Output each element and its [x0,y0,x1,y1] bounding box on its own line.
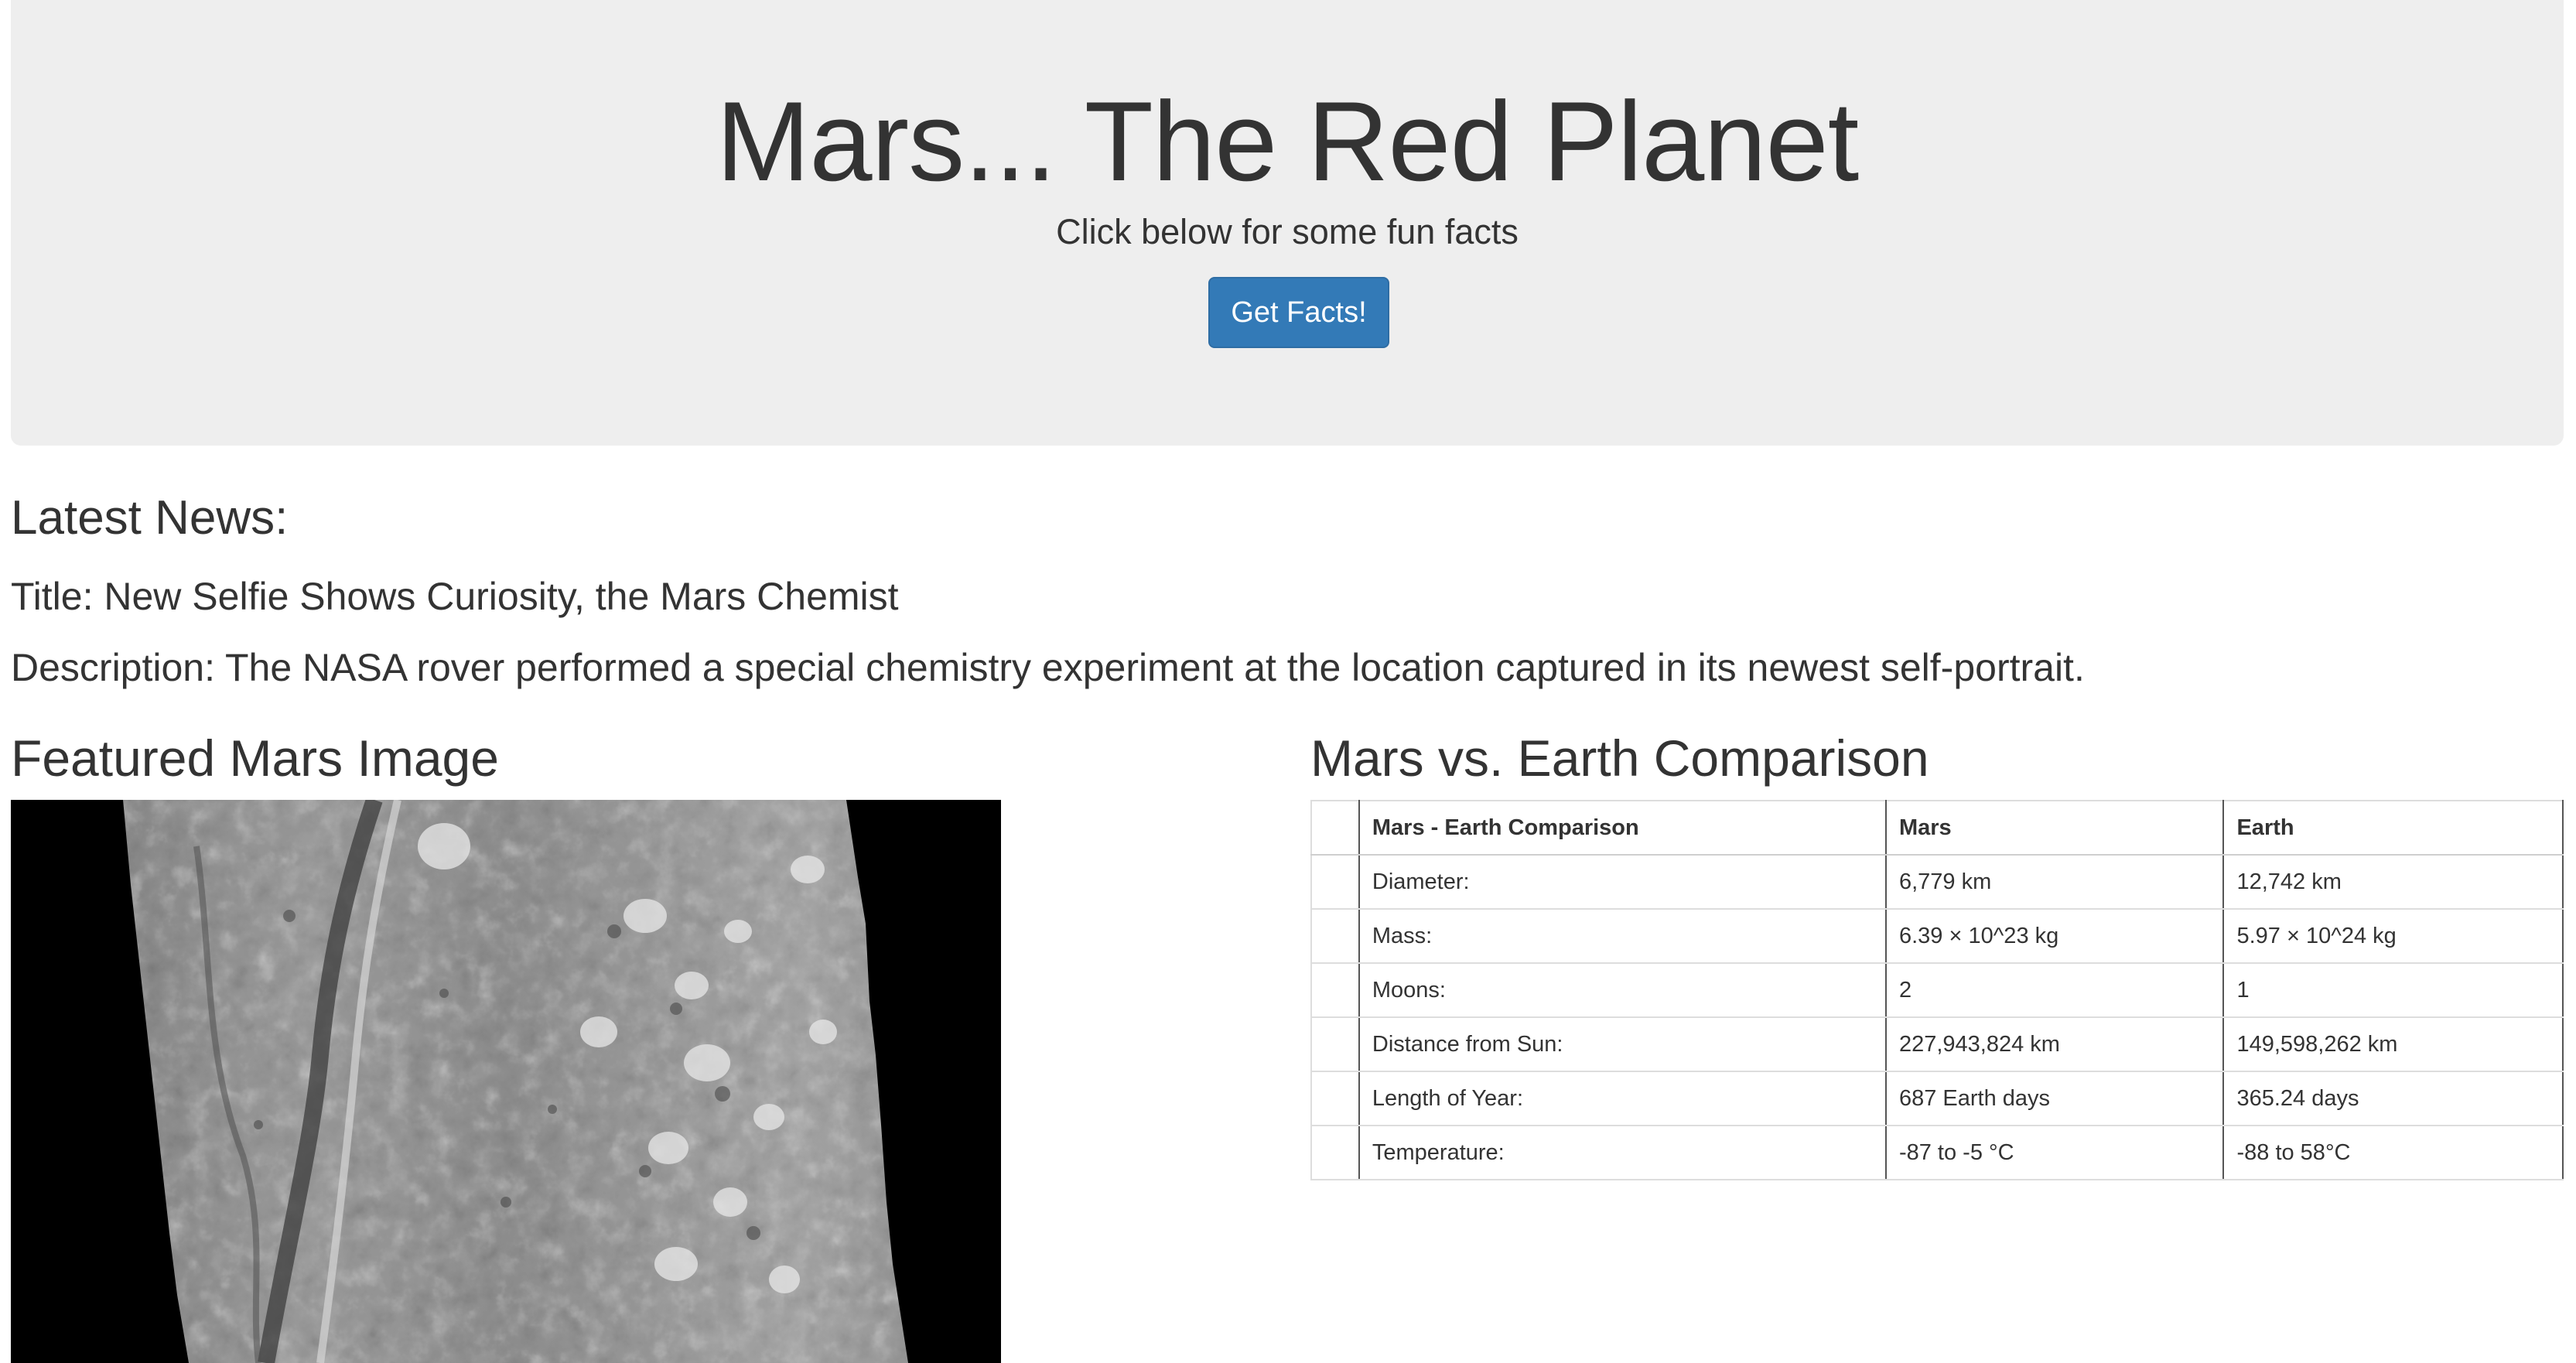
earth-value: -88 to 58°C [2222,1125,2564,1180]
row-label: Temperature: [1358,1125,1887,1180]
latest-news-heading: Latest News: [11,491,289,545]
get-facts-button[interactable]: Get Facts! [1208,277,1389,348]
earth-value: 5.97 × 10^24 kg [2222,908,2564,964]
page-subtitle: Click below for some fun facts [1056,212,1519,251]
featured-image-heading: Featured Mars Image [11,729,499,787]
comparison-table: Mars - Earth Comparison Mars Earth Diame… [1310,800,2564,1180]
row-index-cell [1310,962,1360,1018]
featured-mars-image [11,800,1001,1363]
header-earth: Earth [2222,800,2564,856]
news-title: Title: New Selfie Shows Curiosity, the M… [11,575,899,618]
table-header-row: Mars - Earth Comparison Mars Earth [1310,800,2564,856]
jumbotron: Mars... The Red Planet Click below for s… [11,0,2564,446]
table-row: Moons: 2 1 [1310,962,2564,1018]
earth-value: 365.24 days [2222,1071,2564,1126]
row-index-cell [1310,1016,1360,1072]
table-row: Length of Year: 687 Earth days 365.24 da… [1310,1071,2564,1126]
row-index-cell [1310,1071,1360,1126]
mars-value: 687 Earth days [1884,1071,2225,1126]
table-row: Mass: 6.39 × 10^23 kg 5.97 × 10^24 kg [1310,908,2564,964]
table-row: Diameter: 6,779 km 12,742 km [1310,854,2564,910]
row-index-cell [1310,908,1360,964]
header-comparison: Mars - Earth Comparison [1358,800,1887,856]
header-mars: Mars [1884,800,2225,856]
row-label: Length of Year: [1358,1071,1887,1126]
row-label: Moons: [1358,962,1887,1018]
table-row: Distance from Sun: 227,943,824 km 149,59… [1310,1016,2564,1072]
news-description: Description: The NASA rover performed a … [11,646,2085,689]
row-label: Mass: [1358,908,1887,964]
mars-value: 2 [1884,962,2225,1018]
earth-value: 12,742 km [2222,854,2564,910]
mars-value: 6,779 km [1884,854,2225,910]
page-title: Mars... The Red Planet [716,78,1860,204]
row-index-cell [1310,854,1360,910]
table-row: Temperature: -87 to -5 °C -88 to 58°C [1310,1125,2564,1180]
comparison-heading: Mars vs. Earth Comparison [1310,729,1929,787]
earth-value: 149,598,262 km [2222,1016,2564,1072]
earth-value: 1 [2222,962,2564,1018]
mars-value: 227,943,824 km [1884,1016,2225,1072]
row-index-cell [1310,1125,1360,1180]
mars-value: -87 to -5 °C [1884,1125,2225,1180]
row-label: Distance from Sun: [1358,1016,1887,1072]
mars-value: 6.39 × 10^23 kg [1884,908,2225,964]
row-label: Diameter: [1358,854,1887,910]
header-index-cell [1310,800,1360,856]
